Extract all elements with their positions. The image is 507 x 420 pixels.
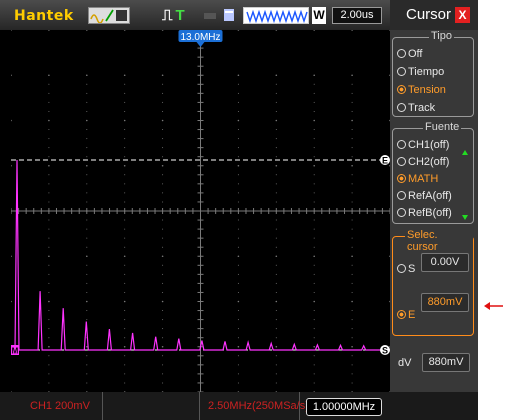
cursor-e-option[interactable]: E <box>397 309 415 321</box>
radio-icon <box>397 103 406 112</box>
fuente-option-refb[interactable]: RefB(off) <box>397 207 452 219</box>
scope-display[interactable]: 13.0MHz E S M <box>10 29 391 393</box>
frequency-readout: 1.00000MHz <box>306 398 382 416</box>
panel-title: Cursor <box>406 6 452 23</box>
brand-logo: Hantek <box>14 8 74 24</box>
math-channel-marker: M <box>11 345 19 356</box>
sample-rate-status: 2.50MHz(250MSa/s) <box>200 392 309 420</box>
trigger-frequency-marker: 13.0MHz <box>178 30 223 47</box>
fuente-option-ch2[interactable]: CH2(off) <box>397 156 449 168</box>
radio-icon <box>397 67 406 76</box>
ch1-label: CH1 200mV <box>30 400 90 412</box>
timebase-waveform-icon <box>243 7 309 24</box>
ch2-status[interactable] <box>103 392 200 420</box>
cursor-s-marker-label: S <box>382 346 388 356</box>
tipo-option-tiempo[interactable]: Tiempo <box>397 66 444 78</box>
dv-value: 880mV <box>422 353 470 372</box>
radio-selected-icon <box>397 310 406 319</box>
cursor-s-value[interactable]: 0.00V <box>421 253 469 272</box>
cursor-s-option[interactable]: S <box>397 263 415 275</box>
status-bar: CH1 200mV 2.50MHz(250MSa/s) 1.00000MHz <box>0 392 478 420</box>
red-arrow-icon <box>484 302 503 310</box>
tipo-group: Tipo Off Tiempo Tension Track <box>392 30 474 117</box>
cursor-e-marker: E <box>380 155 390 166</box>
fuente-option-refa[interactable]: RefA(off) <box>397 190 452 202</box>
radio-selected-icon <box>397 174 406 183</box>
radio-icon <box>397 264 406 273</box>
radio-icon <box>397 208 406 217</box>
panel-header: Cursor X <box>390 0 478 30</box>
trigger-frequency-label: 13.0MHz <box>180 32 220 43</box>
fuente-option-math[interactable]: MATH <box>397 173 438 185</box>
ch1-status[interactable]: CH1 200mV <box>0 392 103 420</box>
cursor-e-marker-label: E <box>382 156 388 166</box>
close-button[interactable]: X <box>455 7 470 23</box>
oscilloscope-window: Hantek ⎍ T W 2.00us 13.0MHz E S M Cursor… <box>0 0 478 420</box>
usb-print-icon[interactable] <box>203 7 237 24</box>
tipo-title: Tipo <box>429 30 454 42</box>
radio-icon <box>397 157 406 166</box>
fuente-option-ch1[interactable]: CH1(off) <box>397 139 449 151</box>
selec-cursor-title: Selec. cursor <box>405 229 473 253</box>
tipo-option-off[interactable]: Off <box>397 48 422 60</box>
radio-selected-icon <box>397 85 406 94</box>
tipo-option-track[interactable]: Track <box>397 102 435 114</box>
sample-rate-label: 2.50MHz(250MSa/s) <box>208 400 309 412</box>
cursor-panel: Cursor X Tipo Off Tiempo Tension Track F… <box>390 0 478 398</box>
fuente-group: Fuente CH1(off) CH2(off) MATH RefA(off) … <box>392 121 474 224</box>
scope-graph: 13.0MHz E S M <box>10 29 391 393</box>
fuente-title: Fuente <box>423 121 462 133</box>
dv-label: dV <box>398 357 412 369</box>
acquire-mode-icon[interactable] <box>88 7 130 24</box>
window-mode-badge[interactable]: W <box>312 7 326 24</box>
radio-icon <box>397 191 406 200</box>
radio-icon <box>397 140 406 149</box>
scroll-up-icon[interactable] <box>462 150 468 155</box>
cursor-s-marker: S <box>380 345 390 356</box>
tipo-option-tension[interactable]: Tension <box>397 84 446 96</box>
run-trigger-icon[interactable]: ⎍ T <box>162 7 202 24</box>
cursor-e-value[interactable]: 880mV <box>421 293 469 312</box>
timebase-value[interactable]: 2.00us <box>332 7 382 24</box>
math-channel-label: M <box>12 347 19 356</box>
radio-icon <box>397 49 406 58</box>
selec-cursor-group: Selec. cursor S 0.00V E 880mV <box>392 229 474 336</box>
scroll-down-icon[interactable] <box>462 215 468 220</box>
